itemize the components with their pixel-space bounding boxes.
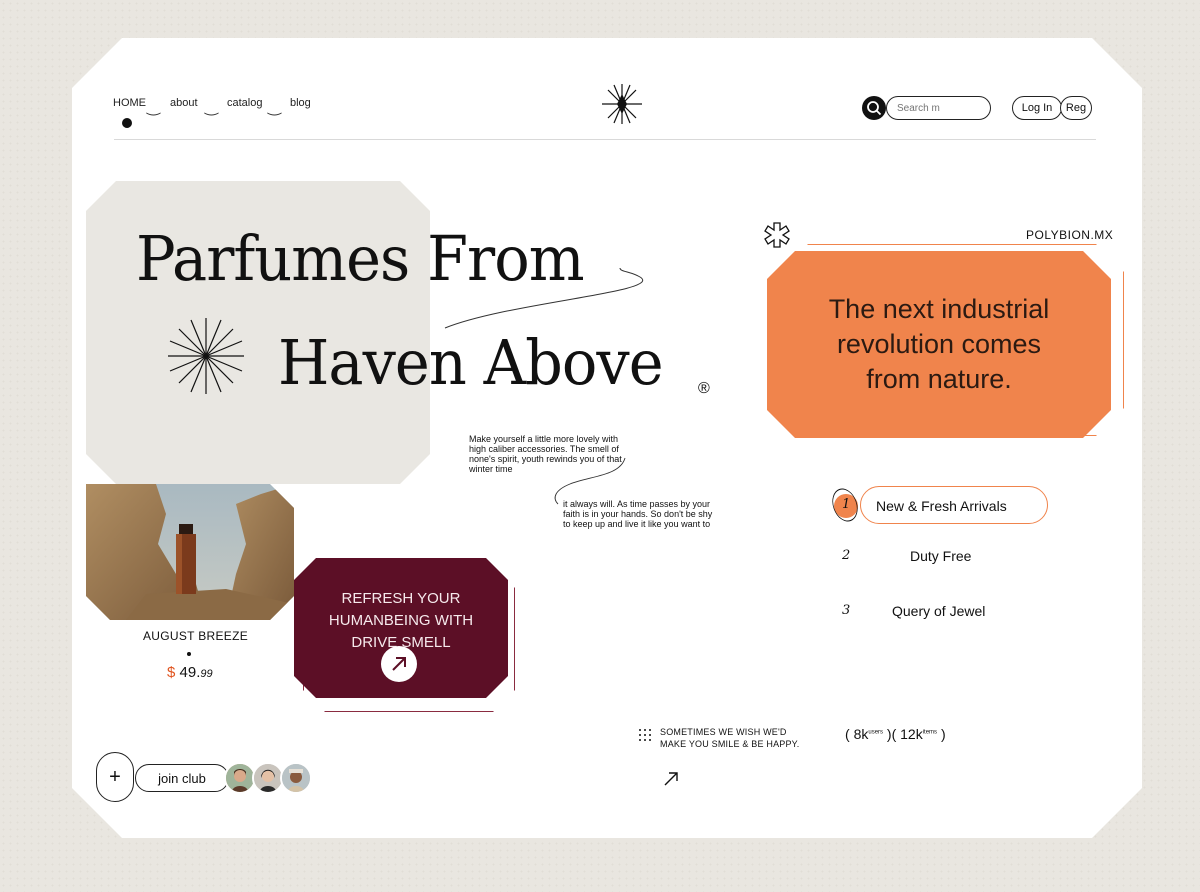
price-currency: $ [167,664,176,681]
product-photo[interactable] [86,484,294,620]
register-button[interactable]: Reg [1060,96,1092,120]
nav-separator-icon: ‿ [147,99,160,116]
users-label: users [868,729,884,736]
nav-separator-icon: ‿ [268,99,281,116]
items-label: items [922,729,938,736]
decorative-swoosh [444,267,644,329]
product-dot [187,652,191,656]
orange-feature-card: The next industrial revolution comes fro… [767,251,1111,438]
join-club-button[interactable]: join club [135,764,229,792]
tagline-text: SOMETIMES WE WISH WE'D MAKE YOU SMILE & … [660,727,800,749]
logo-star-icon[interactable] [600,82,644,126]
search-button[interactable] [862,96,886,120]
users-value: 8k [853,726,869,742]
price-main: 49. [179,664,201,681]
promo-arrow-button[interactable] [381,646,417,682]
brand-site[interactable]: POLYBION.MX [1026,228,1113,242]
continued-paragraph: it always will. As time passes by your f… [563,499,713,529]
add-button[interactable]: + [96,752,134,802]
list-number-3: 3 [842,603,851,618]
active-nav-dot [122,118,132,128]
list-number-1: 1 [842,497,851,512]
orange-card-text: The next industrial revolution comes fro… [828,294,1050,394]
stats-line: ( 8kusers )( 12kitems ) [845,726,946,742]
search-input[interactable] [886,96,991,120]
avatar[interactable] [280,762,312,794]
avatar-image [282,764,310,792]
hero-title-line2: Haven Above [278,326,664,399]
dots-grid-icon [639,729,651,741]
product-name[interactable]: AUGUST BREEZE [143,629,248,643]
search-icon [867,101,882,116]
login-button[interactable]: Log In [1012,96,1062,120]
starburst-icon [168,318,244,394]
price-cents: 99 [200,668,213,680]
perfume-bottle-image [86,484,294,620]
list-item-new-arrivals[interactable]: New & Fresh Arrivals [876,498,1007,514]
nav-home[interactable]: HOME [113,97,146,109]
list-number-2: 2 [842,548,851,563]
asterisk-icon [764,222,790,248]
nav-about[interactable]: about [170,97,198,109]
items-value: 12k [900,726,923,742]
arrow-up-right-icon[interactable] [662,770,680,788]
promo-text: REFRESH YOUR HUMANBEING WITH DRIVE SMELL [328,590,474,651]
list-item-duty-free[interactable]: Duty Free [910,548,971,564]
product-price: $ 49.99 [167,664,213,681]
nav-separator-icon: ‿ [205,99,218,116]
avatar-image [226,764,254,792]
header-divider [114,139,1096,140]
nav-blog[interactable]: blog [290,97,311,109]
list-item-query-of-jewel[interactable]: Query of Jewel [892,603,985,619]
avatar-image [254,764,282,792]
nav-catalog[interactable]: catalog [227,97,262,109]
registered-mark: ® [698,380,710,397]
arrow-up-right-icon [392,657,406,671]
